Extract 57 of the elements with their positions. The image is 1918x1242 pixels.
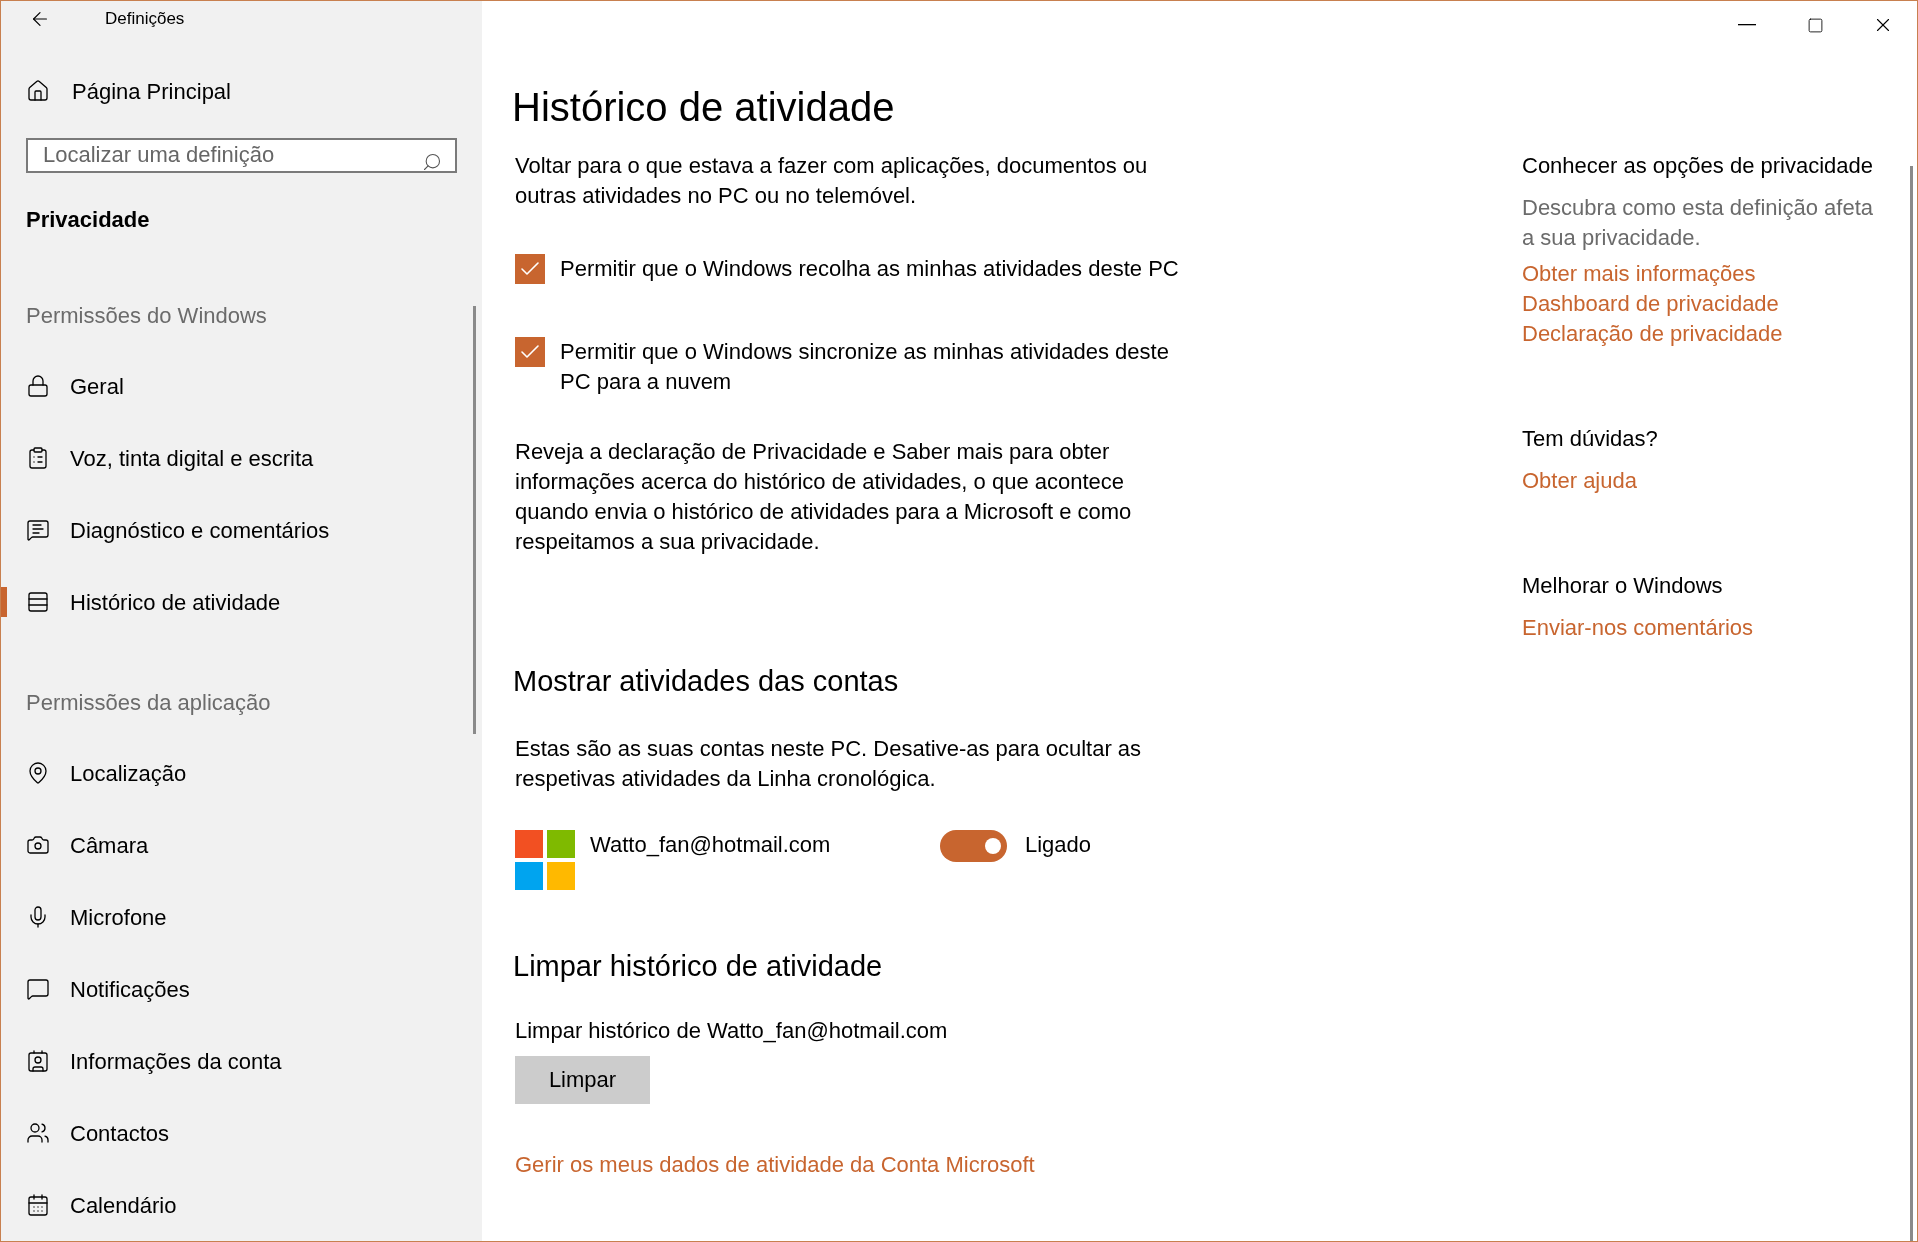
nav-item[interactable]: Informações da conta xyxy=(1,1025,482,1097)
aside-heading: Conhecer as opções de privacidade xyxy=(1522,152,1874,180)
nav-item[interactable]: Contactos xyxy=(1,1097,482,1169)
aside-link[interactable]: Declaração de privacidade xyxy=(1522,319,1783,349)
map-pin-icon xyxy=(26,761,50,785)
checkbox-label: Permitir que o Windows sincronize as minhas atividades deste PC para a nuvem xyxy=(560,338,1170,396)
section-heading: Limpar histórico de atividade xyxy=(513,949,884,984)
calendar-icon xyxy=(26,1193,50,1217)
speech-bubble-icon xyxy=(26,518,50,542)
aside-heading: Tem dúvidas? xyxy=(1522,425,1659,453)
manage-data-link[interactable]: Gerir os meus dados de atividade da Conta Microsoft xyxy=(515,1150,1035,1180)
privacy-notice: Reveja a declaração de Privacidade e Saber mais para obter informações acerca do histórico de atividades, o que acontece quando envia o histórico de atividades para a Microsoft e como respeitamos a sua privacidade. xyxy=(515,438,1133,556)
section-heading: Mostrar atividades das contas xyxy=(513,664,900,699)
search-field[interactable]: Localizar uma definição xyxy=(26,137,457,173)
nav-item[interactable]: Localização xyxy=(1,737,482,809)
nav-item[interactable]: Diagnóstico e comentários xyxy=(1,494,482,566)
clear-label: Limpar histórico de Watto_fan@hotmail.com xyxy=(515,1017,949,1045)
aside-heading: Melhorar o Windows xyxy=(1522,572,1724,600)
search-icon xyxy=(422,151,442,172)
home-link[interactable]: Página Principal xyxy=(1,74,482,108)
maximize-icon xyxy=(1806,16,1824,34)
home-icon xyxy=(26,79,50,103)
aside-description: Descubra como esta definição afeta a sua privacidade. xyxy=(1522,194,1874,252)
checkbox[interactable] xyxy=(515,337,545,367)
contact-card-icon xyxy=(26,1049,50,1073)
lock-icon xyxy=(26,374,50,398)
people-icon xyxy=(26,1121,50,1145)
account-email: Watto_fan@hotmail.com xyxy=(590,831,832,859)
aside-link[interactable]: Obter mais informações xyxy=(1522,259,1756,289)
windows-logo-icon xyxy=(515,830,575,890)
aside-link[interactable]: Obter ajuda xyxy=(1522,466,1637,496)
nav-item[interactable]: Calendário xyxy=(1,1169,482,1241)
intro-text: Voltar para o que estava a fazer com aplicações, documentos ou outras atividades no PC ou no telemóvel. xyxy=(515,152,1149,210)
window-title: Definições xyxy=(105,8,185,30)
nav-item[interactable]: Geral xyxy=(1,350,482,422)
nav-item[interactable]: Notificações xyxy=(1,953,482,1025)
page-title: Histórico de atividade xyxy=(512,84,896,131)
section-description: Estas são as suas contas neste PC. Desative-as para ocultar as respetivas atividades da Linha cronológica. xyxy=(515,735,1143,793)
nav-item[interactable]: Voz, tinta digital e escrita xyxy=(1,422,482,494)
group-heading: Permissões do Windows xyxy=(25,302,268,330)
aside-link[interactable]: Enviar-nos comentários xyxy=(1522,613,1754,643)
checkbox[interactable] xyxy=(515,254,545,284)
minimize-icon xyxy=(1738,24,1756,26)
category-heading: Privacidade xyxy=(25,206,151,234)
checkbox-label: Permitir que o Windows recolha as minhas atividades deste PC xyxy=(560,255,1180,283)
aside-link[interactable]: Dashboard de privacidade xyxy=(1522,289,1779,319)
camera-icon xyxy=(26,833,50,857)
clear-button[interactable]: Limpar xyxy=(515,1056,650,1104)
nav-item[interactable]: Microfone xyxy=(1,881,482,953)
group-heading: Permissões da aplicação xyxy=(25,689,272,717)
nav-item[interactable]: Histórico de atividade xyxy=(1,566,482,638)
toggle-switch[interactable] xyxy=(940,830,1007,862)
clipboard-icon xyxy=(26,446,50,470)
speech-bubble-icon xyxy=(26,977,50,1001)
rows-icon xyxy=(26,590,50,614)
nav-item[interactable]: Câmara xyxy=(1,809,482,881)
toggle-state: Ligado xyxy=(1025,831,1092,859)
